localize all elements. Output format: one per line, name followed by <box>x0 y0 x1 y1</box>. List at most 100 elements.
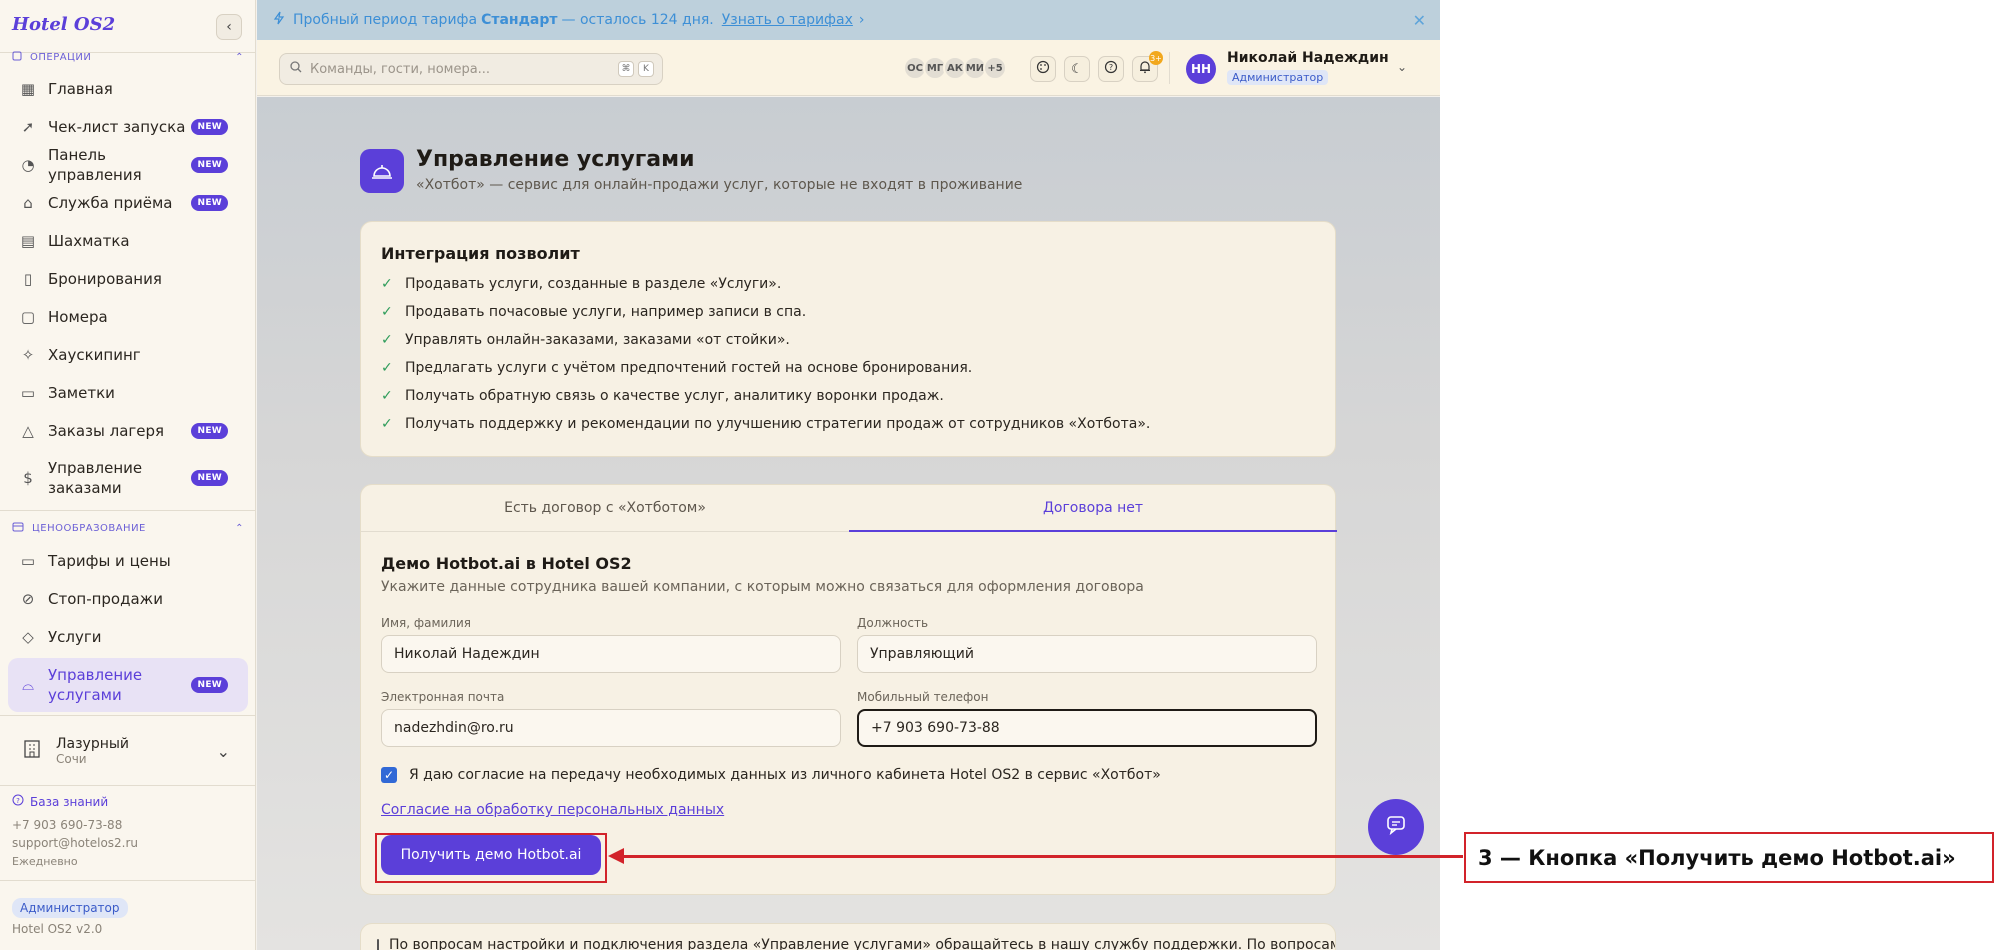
trial-text-suffix: — осталось 124 дня. <box>561 12 714 28</box>
benefit-item: ✓ Предлагать услуги с учётом предпочтений… <box>381 358 972 378</box>
sidebar-item-label: Шахматка <box>48 232 130 250</box>
section-pricing-header[interactable]: ЦЕНООБРАЗОВАНИЕ ⌃ <box>12 520 244 536</box>
support-email[interactable]: support@hotelos2.ru <box>12 836 138 850</box>
sidebar-item-sparkle[interactable]: ✧ Хаускипинг <box>8 337 248 373</box>
annotation-arrow <box>618 855 1463 858</box>
presence-avatars[interactable]: ОС МГ АК МИ +5 <box>903 56 1007 80</box>
email-field[interactable]: nadezhdin@ro.ru <box>381 709 841 747</box>
tab-no-contract[interactable]: Договора нет <box>849 485 1337 532</box>
sidebar-collapse-button[interactable]: ‹ <box>216 14 242 40</box>
theme-palette-button[interactable] <box>1030 56 1056 82</box>
help-circle-icon: ? <box>12 794 24 809</box>
sidebar-item-label: Чек-лист запуска <box>48 118 186 136</box>
sidebar-item-label: Управление заказами <box>48 459 143 497</box>
help-button[interactable]: ? <box>1098 56 1124 82</box>
sidebar-item-rocket[interactable]: ➚ Чек-лист запуска NEW <box>8 109 248 145</box>
lightning-icon <box>273 11 285 29</box>
phone-field[interactable]: +7 903 690-73-88 <box>857 709 1317 747</box>
sidebar-item-gauge[interactable]: ◔ Панель управления NEW <box>8 146 248 184</box>
sidebar-item-label: Заказы лагеря <box>48 422 165 440</box>
sidebar-item-label: Номера <box>48 308 108 326</box>
sidebar-item-table[interactable]: ▤ Шахматка <box>8 223 248 259</box>
more-users-count[interactable]: +5 <box>983 56 1007 80</box>
hotel-city: Сочи <box>56 752 87 766</box>
door-icon: ▢ <box>20 308 36 326</box>
sidebar-item-label: Хаускипинг <box>48 346 141 364</box>
new-badge: NEW <box>191 470 228 486</box>
chat-button[interactable] <box>1368 799 1424 855</box>
notifications-button[interactable]: 3+ <box>1132 51 1163 82</box>
kbd-k: K <box>638 61 654 77</box>
benefit-item: ✓ Управлять онлайн-заказами, заказами «от… <box>381 330 790 350</box>
sidebar-item-note[interactable]: ▭ Заметки <box>8 375 248 411</box>
sidebar-item-service-bell[interactable]: ⌓ Управление услугами NEW <box>8 658 248 712</box>
dark-mode-button[interactable]: ☾ <box>1064 56 1090 82</box>
section-operations-header[interactable]: ОПЕРАЦИИ ⌃ <box>12 49 244 65</box>
card-icon: ▭ <box>20 552 36 570</box>
sidebar-item-card[interactable]: ▭ Тарифы и цены <box>8 543 248 579</box>
rocket-icon: ➚ <box>21 118 35 136</box>
tab-has-contract[interactable]: Есть договор с «Хотботом» <box>361 485 849 531</box>
trial-text-prefix: Пробный период тарифа <box>293 12 478 28</box>
sidebar-item-tent[interactable]: △ Заказы лагеря NEW <box>8 413 248 449</box>
page-subtitle: «Хотбот» — сервис для онлайн-продажи усл… <box>416 177 1023 193</box>
building-icon <box>22 739 42 763</box>
search-icon <box>290 61 302 77</box>
close-icon[interactable]: ✕ <box>1413 11 1426 30</box>
user-name[interactable]: Николай Надеждин <box>1227 50 1389 66</box>
search-input[interactable]: Команды, гости, номера... ⌘ K <box>279 53 663 85</box>
divider <box>0 880 256 881</box>
section-pricing-label: ЦЕНООБРАЗОВАНИЕ <box>32 522 146 534</box>
benefit-text: Продавать почасовые услуги, например зап… <box>405 304 807 320</box>
sidebar-item-bell[interactable]: ⌂ Служба приёма NEW <box>8 185 248 221</box>
position-field[interactable]: Управляющий <box>857 635 1317 673</box>
benefit-text: Предлагать услуги с учётом предпочтений … <box>405 360 973 376</box>
sidebar-item-label: Главная <box>48 80 113 98</box>
user-role-badge: Администратор <box>1227 70 1329 85</box>
hotel-switcher[interactable]: Лазурный Сочи ⌄ <box>8 726 248 776</box>
main-content: Управление услугами «Хотбот» — сервис дл… <box>257 97 1440 950</box>
sidebar-item-door[interactable]: ▢ Номера <box>8 299 248 335</box>
hotel-name: Лазурный <box>56 736 130 752</box>
email-label: Электронная почта <box>381 690 505 704</box>
demo-button-highlight <box>375 833 607 883</box>
knowledge-base-link[interactable]: ? База знаний <box>12 794 108 809</box>
ops-section-icon <box>12 51 22 64</box>
ban-icon: ⊘ <box>21 590 35 608</box>
name-field[interactable]: Николай Надеждин <box>381 635 841 673</box>
new-badge: NEW <box>191 119 228 135</box>
support-note-text: По вопросам настройки и подключения разд… <box>389 937 1336 950</box>
chevron-down-icon[interactable]: ⌄ <box>1397 60 1407 74</box>
benefits-title: Интеграция позволит <box>381 244 580 263</box>
tariffs-link[interactable]: Узнать о тарифах <box>722 12 853 28</box>
user-avatar[interactable]: НН <box>1186 54 1216 84</box>
check-icon: ✓ <box>381 360 393 376</box>
kbd-cmd: ⌘ <box>618 61 634 77</box>
trial-banner: Пробный период тарифа Стандарт — осталос… <box>257 0 1440 40</box>
consent-checkbox-row[interactable]: ✓ Я даю согласие на передачу необходимых… <box>381 767 1161 783</box>
chat-icon <box>1385 814 1407 840</box>
app-version: Hotel OS2 v2.0 <box>12 922 103 936</box>
benefit-text: Получать поддержку и рекомендации по улу… <box>405 416 1151 432</box>
benefit-item: ✓ Получать обратную связь о качестве услу… <box>381 386 944 406</box>
sidebar-item-label: Бронирования <box>48 270 162 288</box>
receipt-icon: $ <box>23 469 33 487</box>
sidebar-item-clipboard[interactable]: ▯ Бронирования <box>8 261 248 297</box>
consent-checkbox[interactable]: ✓ <box>381 767 397 783</box>
sidebar-item-receipt[interactable]: $ Управление заказами NEW <box>8 451 248 505</box>
sidebar-item-tag[interactable]: ◇ Услуги <box>8 619 248 655</box>
support-phone[interactable]: +7 903 690-73-88 <box>12 818 122 832</box>
service-bell-icon: ⌓ <box>22 676 34 694</box>
page-title: Управление услугами <box>416 147 695 172</box>
divider <box>0 715 256 716</box>
tent-icon: △ <box>22 422 34 440</box>
sidebar-item-grid[interactable]: ▦ Главная <box>8 71 248 107</box>
sidebar-item-label: Услуги <box>48 628 102 646</box>
pricing-section-icon <box>12 522 24 535</box>
support-note: По вопросам настройки и подключения разд… <box>360 923 1336 950</box>
new-badge: NEW <box>191 423 228 439</box>
clipboard-icon: ▯ <box>23 270 33 288</box>
sidebar-item-ban[interactable]: ⊘ Стоп-продажи <box>8 581 248 617</box>
divider <box>0 510 256 511</box>
personal-data-consent-link[interactable]: Согласие на обработку персональных данны… <box>381 802 724 818</box>
